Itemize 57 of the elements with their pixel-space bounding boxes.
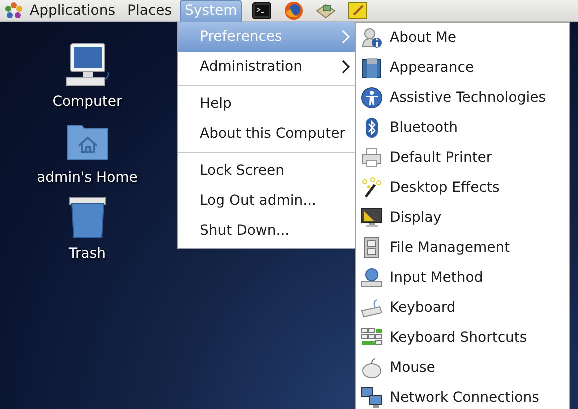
printer-icon <box>361 147 383 169</box>
menu-item-label: Help <box>200 96 233 112</box>
menu-item-label: Desktop Effects <box>390 180 500 196</box>
menu-item[interactable]: Log Out admin... <box>178 186 356 216</box>
menu-item-label: Keyboard Shortcuts <box>390 330 528 346</box>
menu-item-label: About Me <box>390 30 457 46</box>
monitor-icon <box>361 207 383 229</box>
desktop-icon-label[interactable]: admin's Home <box>37 170 138 186</box>
menu-item[interactable]: Help <box>178 89 356 119</box>
menu-item-label: About this Computer <box>200 126 346 142</box>
menu-item-label: Bluetooth <box>390 120 458 136</box>
menu-item-label: Administration <box>200 59 304 75</box>
menu-item[interactable]: Lock Screen <box>178 156 356 186</box>
menu-item[interactable]: Keyboard Shortcuts <box>356 323 569 353</box>
menu-item-label: Network Connections <box>390 390 540 406</box>
desktop-icon-label[interactable]: Computer <box>52 94 122 110</box>
menu-item[interactable]: Shut Down... <box>178 216 356 246</box>
menu-item-label: Default Printer <box>390 150 492 166</box>
shirt-icon <box>361 57 383 79</box>
menu-item[interactable]: Assistive Technologies <box>356 83 569 113</box>
desktop-icon-label[interactable]: Trash <box>69 246 106 262</box>
menu-item-label: Mouse <box>390 360 436 376</box>
accessibility-icon <box>361 87 383 109</box>
menu-item[interactable]: Default Printer <box>356 143 569 173</box>
notepad-icon[interactable] <box>348 0 368 20</box>
menu-item-label: Assistive Technologies <box>390 90 546 106</box>
globe-keyboard-icon <box>361 267 383 289</box>
menu-item[interactable]: Network Connections <box>356 383 569 409</box>
menu-item[interactable]: Appearance <box>356 53 569 83</box>
terminal-icon[interactable] <box>252 0 272 20</box>
menu-item-label: Appearance <box>390 60 474 76</box>
menu-item-label: Preferences <box>200 29 284 45</box>
panel-menu[interactable]: Places <box>124 0 176 22</box>
menu-item-label: Keyboard <box>390 300 456 316</box>
globe-icon[interactable] <box>284 0 304 20</box>
magic-wand-icon <box>361 177 383 199</box>
menu-item[interactable]: Display <box>356 203 569 233</box>
menu-item[interactable]: Input Method <box>356 263 569 293</box>
menu-item[interactable]: File Management <box>356 233 569 263</box>
menu-item[interactable]: Keyboard <box>356 293 569 323</box>
menu-item-label: File Management <box>390 240 510 256</box>
menu-item[interactable]: About Me <box>356 23 569 53</box>
menu-item-label: Input Method <box>390 270 484 286</box>
menu-item[interactable]: About this Computer <box>178 119 356 149</box>
menu-item[interactable]: Mouse <box>356 353 569 383</box>
menu-item-label: Log Out admin... <box>200 193 318 209</box>
keyboard-icon <box>361 297 383 319</box>
menu-item-label: Shut Down... <box>200 223 291 239</box>
person-info-icon <box>361 27 383 49</box>
flower-logo-icon[interactable] <box>5 2 23 20</box>
panel-menu[interactable]: Applications <box>26 0 120 22</box>
menu-item[interactable]: Administration <box>178 52 356 82</box>
menu-item-label: Lock Screen <box>200 163 286 179</box>
menu-item[interactable]: Desktop Effects <box>356 173 569 203</box>
mouse-icon <box>361 357 383 379</box>
menu-item[interactable]: Bluetooth <box>356 113 569 143</box>
menu-item-label: Display <box>390 210 442 226</box>
